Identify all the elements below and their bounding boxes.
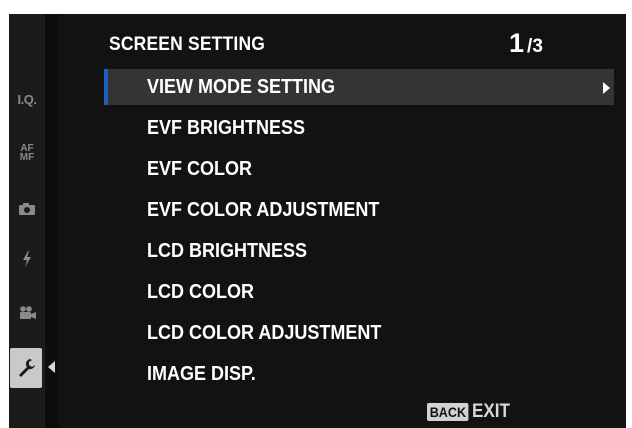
menu-tab-column: I.Q. AF MF: [9, 14, 45, 428]
menu-item-evf-brightness[interactable]: EVF BRIGHTNESS: [104, 110, 614, 146]
setup-tab[interactable]: [10, 348, 42, 388]
page-current: 1: [509, 28, 525, 58]
menu-item-label: EVF BRIGHTNESS: [147, 116, 306, 139]
menu-item-image-disp[interactable]: IMAGE DISP.: [104, 356, 614, 392]
menu-item-evf-color[interactable]: EVF COLOR: [104, 151, 614, 187]
movie-icon: [20, 305, 36, 319]
image-quality-tab-label: I.Q.: [17, 91, 37, 107]
wrench-icon: [19, 359, 35, 377]
shooting-tab[interactable]: [9, 190, 45, 228]
back-button[interactable]: BACK: [427, 403, 469, 421]
menu-item-view-mode-setting[interactable]: VIEW MODE SETTING: [104, 69, 614, 105]
menu-item-evf-color-adjustment[interactable]: EVF COLOR ADJUSTMENT: [104, 192, 614, 228]
af-mf-tab[interactable]: AF MF: [9, 134, 45, 172]
page-indicator: 1 / 3: [509, 28, 543, 59]
menu-item-label: LCD COLOR ADJUSTMENT: [147, 321, 382, 344]
camera-menu-screen: I.Q. AF MF SCREEN SETTING 1 / 3 VIEW MOD…: [9, 14, 626, 428]
mf-label: MF: [19, 152, 35, 163]
camera-icon: [19, 203, 35, 215]
movie-tab[interactable]: [9, 293, 45, 331]
menu-item-lcd-color[interactable]: LCD COLOR: [104, 274, 614, 310]
submenu-arrow-icon: [603, 82, 610, 94]
active-tab-pointer-icon: [48, 361, 55, 373]
menu-item-label: LCD BRIGHTNESS: [147, 239, 308, 262]
menu-item-label: EVF COLOR ADJUSTMENT: [147, 198, 380, 221]
menu-item-lcd-color-adjustment[interactable]: LCD COLOR ADJUSTMENT: [104, 315, 614, 351]
exit-label: EXIT: [472, 401, 511, 422]
menu-item-label: EVF COLOR: [147, 157, 253, 180]
menu-item-label: VIEW MODE SETTING: [147, 75, 336, 98]
menu-item-lcd-brightness[interactable]: LCD BRIGHTNESS: [104, 233, 614, 269]
menu-item-label: IMAGE DISP.: [147, 362, 256, 385]
flash-tab[interactable]: [9, 240, 45, 278]
flash-icon: [23, 251, 31, 267]
page-total: 3: [532, 36, 543, 57]
image-quality-tab[interactable]: I.Q.: [9, 80, 45, 118]
page-title: SCREEN SETTING: [109, 34, 266, 55]
footer-hint: BACK EXIT: [427, 401, 515, 423]
menu-item-label: LCD COLOR: [147, 280, 255, 303]
af-mf-tab-label: AF MF: [19, 144, 35, 163]
